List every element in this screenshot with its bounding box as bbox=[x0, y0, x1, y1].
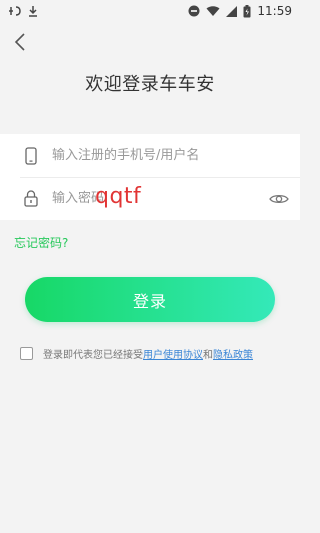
agreement-checkbox[interactable] bbox=[20, 347, 33, 360]
app-icon bbox=[8, 5, 22, 17]
chevron-left-icon bbox=[14, 33, 25, 51]
agreement-row: 登录即代表您已经接受 用户使用协议 和 隐私政策 bbox=[20, 346, 253, 361]
username-row bbox=[0, 134, 300, 177]
page-title: 欢迎登录车车安 bbox=[85, 74, 215, 95]
forgot-password-link[interactable]: 忘记密码? bbox=[14, 234, 68, 251]
status-bar: 11:59 bbox=[0, 0, 300, 22]
battery-icon bbox=[243, 4, 251, 18]
user-agreement-link[interactable]: 用户使用协议 bbox=[143, 346, 203, 361]
phone-icon bbox=[23, 146, 39, 165]
watermark-text: qqtf bbox=[95, 184, 142, 209]
agreement-prefix: 登录即代表您已经接受 bbox=[43, 350, 143, 361]
status-right: 11:59 bbox=[188, 4, 292, 18]
wifi-icon bbox=[206, 5, 220, 17]
password-input[interactable] bbox=[50, 182, 260, 215]
lock-icon bbox=[23, 190, 39, 208]
back-button[interactable] bbox=[8, 30, 32, 54]
status-time: 11:59 bbox=[257, 4, 292, 18]
login-button[interactable]: 登录 bbox=[25, 277, 275, 322]
download-icon bbox=[28, 5, 38, 17]
eye-icon bbox=[269, 194, 289, 203]
status-left bbox=[8, 5, 38, 17]
dnd-icon bbox=[188, 5, 200, 17]
privacy-policy-link[interactable]: 隐私政策 bbox=[213, 346, 253, 361]
username-input[interactable] bbox=[50, 139, 260, 172]
show-password-toggle[interactable] bbox=[268, 190, 290, 208]
login-form bbox=[0, 134, 300, 220]
signal-icon bbox=[226, 5, 238, 17]
password-row bbox=[0, 177, 300, 220]
agreement-and: 和 bbox=[203, 350, 213, 361]
